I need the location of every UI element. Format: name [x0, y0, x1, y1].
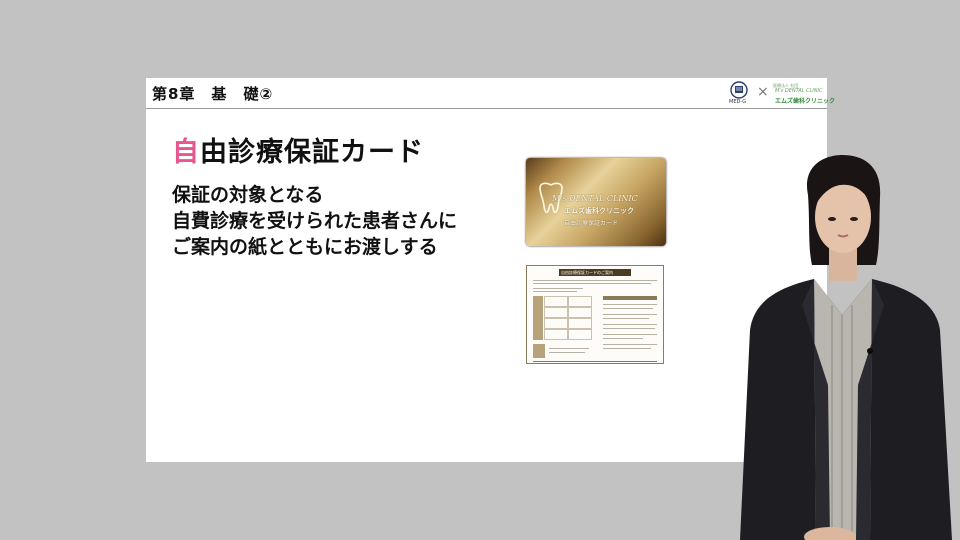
doc-text-line	[603, 324, 657, 325]
slide: 第8章 基 礎② MED-G × 医療法人 社団 M's DENTAL CLIN…	[146, 78, 835, 462]
presenter-figure	[740, 155, 952, 540]
doc-title: 自由診療保証カードのご案内	[561, 270, 613, 275]
doc-table-cell	[544, 307, 568, 318]
doc-text-line	[603, 334, 657, 335]
doc-text-line	[549, 352, 585, 353]
doc-text-line	[533, 291, 577, 292]
card-subtitle: 自由診療保証カード	[564, 220, 619, 227]
doc-table-header	[533, 296, 543, 340]
slide-body: 保証の対象となる 自費診療を受けられた患者さんに ご案内の紙とともにお渡しする	[172, 182, 502, 260]
body-line: ご案内の紙とともにお渡しする	[172, 236, 438, 258]
doc-table-cell	[568, 296, 592, 307]
doc-text-line	[533, 283, 651, 284]
heading-accent-char: 自	[172, 137, 200, 168]
doc-text-line	[603, 318, 649, 319]
heading-text: 由診療保証カード	[200, 137, 424, 168]
doc-section-header	[603, 296, 657, 300]
doc-text-line	[603, 338, 643, 339]
doc-text-line	[549, 348, 589, 349]
card-clinic-en: M's DENTAL CLINIC	[552, 194, 638, 203]
doc-note-block	[533, 344, 545, 358]
clinic-logo: 医療法人 社団 M's DENTAL CLINIC エムズ歯科クリニック	[771, 83, 835, 105]
body-line: 保証の対象となる	[172, 184, 324, 206]
clinic-logo-en-text: M's DENTAL CLINIC	[775, 88, 823, 94]
cross-icon: ×	[757, 84, 769, 100]
guarantee-card-image: M's DENTAL CLINIC エムズ歯科クリニック 自由診療保証カード	[526, 158, 666, 246]
doc-text-line	[603, 314, 657, 315]
chapter-title: 第8章 基 礎②	[152, 85, 274, 103]
clinic-logo-jp-text: エムズ歯科クリニック	[775, 98, 836, 105]
slide-header: 第8章 基 礎② MED-G × 医療法人 社団 M's DENTAL CLIN…	[146, 78, 835, 109]
logo-group: MED-G × 医療法人 社団 M's DENTAL CLINIC エムズ歯科ク…	[727, 80, 835, 106]
slide-heading: 自由診療保証カード	[172, 130, 424, 168]
doc-table-cell	[568, 307, 592, 318]
doc-text-line	[603, 328, 655, 329]
doc-table-cell	[544, 329, 568, 340]
doc-table-cell	[544, 296, 568, 307]
doc-text-line	[603, 344, 657, 345]
doc-bottom-rule	[533, 361, 657, 362]
doc-table-cell	[568, 318, 592, 329]
doc-table-cell	[544, 318, 568, 329]
doc-text-line	[603, 304, 657, 305]
doc-text-line	[603, 348, 651, 349]
card-clinic-jp: エムズ歯科クリニック	[564, 207, 634, 215]
med-g-logo-text: MED-G	[729, 99, 747, 105]
guide-document-image: 自由診療保証カードのご案内	[526, 265, 664, 364]
doc-text-line	[533, 280, 657, 281]
doc-text-line	[533, 288, 583, 289]
doc-table-cell	[568, 329, 592, 340]
body-line: 自費診療を受けられた患者さんに	[172, 210, 458, 232]
doc-text-line	[603, 308, 653, 309]
